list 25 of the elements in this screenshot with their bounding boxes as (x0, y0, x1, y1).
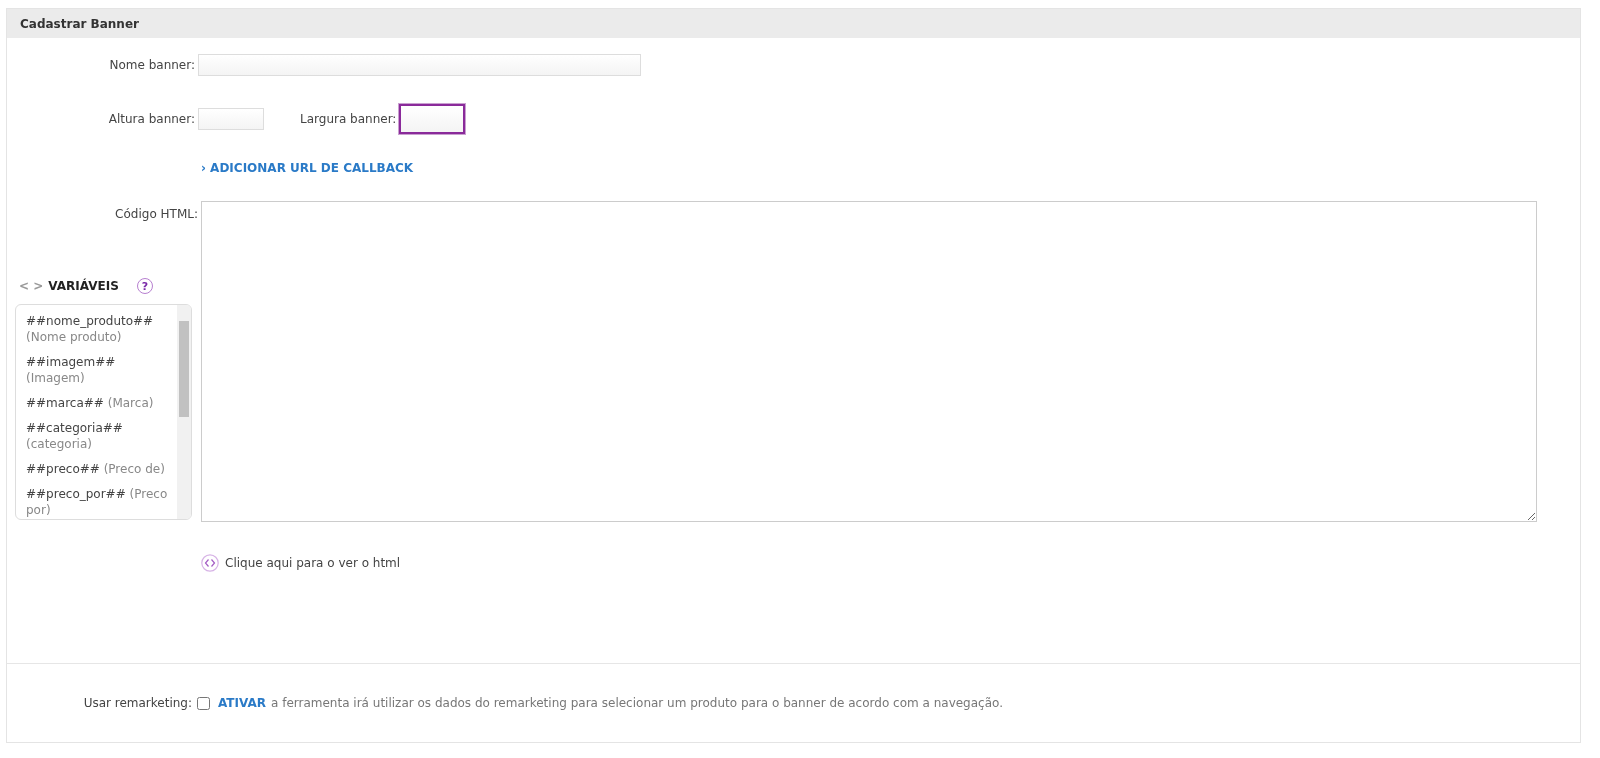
panel-title: Cadastrar Banner (7, 9, 1580, 38)
code-icon (201, 554, 219, 572)
name-input-field[interactable] (198, 54, 641, 76)
activate-link[interactable]: ATIVAR (218, 696, 266, 710)
field-label: Nome banner: (108, 58, 196, 72)
variables-title: VARIÁVEIS (48, 279, 119, 293)
variable-item[interactable]: ##imagem## (Imagem) (26, 354, 173, 386)
remarketing-description: a ferramenta irá utilizar os dados do remarketing para selecionar um produto para o banner de acordo com a navegação. (271, 696, 1003, 710)
variable-item[interactable]: ##marca## (Marca) (26, 395, 173, 411)
variable-item[interactable]: ##categoria## (categoria) (26, 420, 173, 452)
view-html-link[interactable]: Clique aqui para o ver o html (225, 556, 401, 570)
remarketing-checkbox[interactable] (197, 696, 210, 710)
variable-item[interactable]: ##preco## (Preco de) (26, 461, 173, 477)
field-label: Código HTML: (115, 207, 198, 221)
height-input-field[interactable] (198, 108, 264, 130)
field-label: Usar remarketing: (82, 696, 193, 710)
field-label: Largura banner: (300, 112, 397, 126)
variable-item[interactable]: ##nome_produto## (Nome produto) (26, 313, 173, 345)
width-input-field[interactable] (399, 104, 466, 134)
variable-item[interactable]: ##preco_por## (Preco por) (26, 486, 173, 518)
callback-link[interactable]: › ADICIONAR URL DE CALLBACK (201, 161, 414, 175)
scrollbar[interactable] (177, 305, 191, 519)
html-code-field[interactable] (201, 201, 1537, 522)
code-icon: < > (19, 279, 44, 293)
field-label: Altura banner: (107, 112, 196, 126)
